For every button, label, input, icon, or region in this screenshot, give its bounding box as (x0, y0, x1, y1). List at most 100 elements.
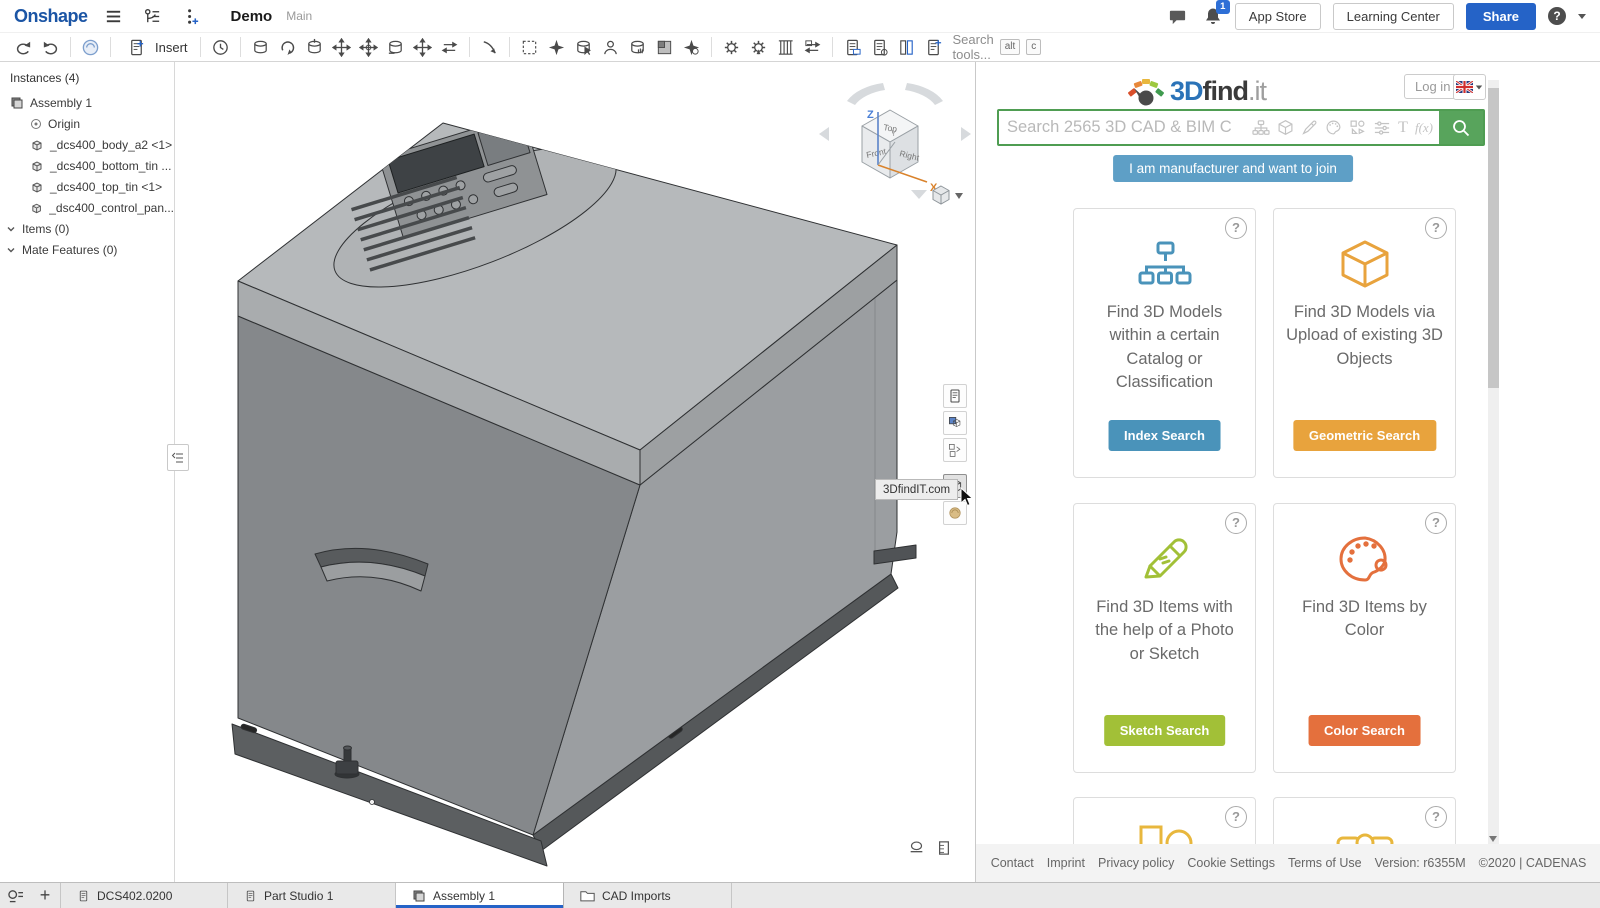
help-icon[interactable]: ? (1225, 806, 1247, 828)
spring-icon[interactable] (776, 38, 795, 57)
follow-mode-icon[interactable] (182, 7, 201, 26)
footer-link-contact[interactable]: Contact (991, 856, 1034, 870)
tab-cad-imports[interactable]: CAD Imports (564, 883, 732, 908)
comments-icon[interactable] (1168, 7, 1187, 26)
share-button[interactable]: Share (1466, 3, 1536, 30)
bom-table-button[interactable] (943, 384, 967, 408)
tree-item-origin[interactable]: Origin (0, 113, 174, 134)
tree-section-items[interactable]: Items (0) (0, 218, 174, 239)
mate-connector-icon[interactable] (722, 38, 741, 57)
help-icon[interactable]: ? (1425, 512, 1447, 534)
snap-mode-icon[interactable] (480, 38, 499, 57)
2d-shapes-icon[interactable] (1349, 119, 1366, 136)
tree-item-part[interactable]: _dcs400_bottom_tin ... (0, 155, 174, 176)
footer-link-terms[interactable]: Terms of Use (1288, 856, 1362, 870)
view-cube[interactable]: Top Front Right Z X Y (815, 70, 975, 210)
search-input[interactable] (999, 118, 1252, 137)
tree-item-part[interactable]: _dcs400_top_tin <1> (0, 176, 174, 197)
display-states-icon[interactable] (655, 38, 674, 57)
configurations-button[interactable] (943, 438, 967, 462)
tree-collapse-toggle[interactable] (167, 444, 189, 471)
drawing-icon[interactable] (843, 38, 862, 57)
perspective-toggle[interactable] (933, 186, 963, 204)
help-icon[interactable]: ? (1225, 217, 1247, 239)
tree-item-part[interactable]: _dsc400_control_pan... (0, 197, 174, 218)
help-caret-icon[interactable] (1578, 14, 1586, 19)
revolute-mate-icon[interactable] (278, 38, 297, 57)
3d-viewport[interactable]: Top Front Right Z X Y 3DfindIT.com (175, 62, 975, 882)
color-search-button[interactable]: Color Search (1308, 715, 1421, 746)
help-icon[interactable]: ? (1225, 512, 1247, 534)
filters-icon[interactable] (1373, 120, 1391, 136)
tree-item-assembly[interactable]: Assembly 1 (0, 92, 174, 113)
measure-icon[interactable] (897, 38, 916, 57)
fastened-mate-icon[interactable] (251, 38, 270, 57)
learning-center-button[interactable]: Learning Center (1333, 3, 1454, 30)
pin-slot-mate-icon[interactable] (386, 38, 405, 57)
scrollbar-thumb[interactable] (1488, 88, 1499, 388)
manufacturer-join-button[interactable]: I am manufacturer and want to join (1113, 155, 1353, 182)
index-search-button[interactable]: Index Search (1108, 420, 1221, 451)
tree-section-mate-features[interactable]: Mate Features (0) (0, 239, 174, 260)
classification-icon[interactable] (1252, 120, 1270, 136)
tab-assembly[interactable]: Assembly 1 (396, 883, 564, 908)
feature-pattern-icon[interactable] (547, 38, 566, 57)
explode-view-icon[interactable] (682, 38, 701, 57)
color-search-icon[interactable] (1325, 119, 1342, 136)
scroll-down-icon[interactable] (1489, 836, 1497, 842)
help-button[interactable]: ? (1548, 7, 1566, 25)
sketch-search-button[interactable]: Sketch Search (1104, 715, 1226, 746)
assembly-icon (412, 889, 426, 903)
undo-icon[interactable] (14, 38, 33, 57)
onshape-logo[interactable]: Onshape (14, 6, 88, 27)
help-icon[interactable]: ? (1425, 217, 1447, 239)
app-store-button[interactable]: App Store (1235, 3, 1321, 30)
search-tools-field[interactable]: Search tools... (953, 32, 994, 62)
search-submit-button[interactable] (1439, 111, 1483, 144)
select-part-icon[interactable] (574, 38, 593, 57)
parallel-mate-icon[interactable] (440, 38, 459, 57)
function-search-icon[interactable]: f(x) (1415, 120, 1433, 136)
appearance-icon[interactable] (908, 840, 925, 855)
footer-link-imprint[interactable]: Imprint (1047, 856, 1085, 870)
3dfindit-panel: 3Dfind.it Log in T f(x) I am manufactu (975, 62, 1600, 882)
cylindrical-mate-icon[interactable] (359, 38, 378, 57)
panel-scrollbar[interactable] (1488, 80, 1499, 844)
insert-3dfindit-icon[interactable] (924, 38, 943, 57)
notifications-bell[interactable]: 1 (1203, 6, 1223, 26)
tab-dcs402[interactable]: DCS402.0200 (60, 883, 228, 908)
geometry-search-icon[interactable] (1277, 119, 1294, 136)
replicate-icon[interactable] (803, 38, 822, 57)
part-label: _dcs400_bottom_tin ... (50, 159, 171, 173)
spotlight-icon[interactable] (81, 38, 100, 57)
add-tab-button[interactable]: + (30, 883, 60, 908)
document-title[interactable]: Demo (231, 8, 273, 25)
workspace-name[interactable]: Main (286, 9, 312, 23)
history-icon[interactable] (211, 38, 230, 57)
planar-mate-icon[interactable] (332, 38, 351, 57)
geometric-search-button[interactable]: Geometric Search (1293, 420, 1436, 451)
standard-content-button[interactable] (943, 411, 967, 435)
slider-mate-icon[interactable] (305, 38, 324, 57)
version-tree-icon[interactable] (143, 7, 162, 26)
ball-mate-icon[interactable] (413, 38, 432, 57)
tab-part-studio[interactable]: Part Studio 1 (228, 883, 396, 908)
drag-part-icon[interactable] (628, 38, 647, 57)
text-search-icon[interactable]: T (1398, 119, 1408, 137)
language-selector[interactable] (1453, 74, 1486, 100)
box-select-icon[interactable] (520, 38, 539, 57)
units-icon[interactable] (937, 840, 951, 856)
named-positions-icon[interactable] (601, 38, 620, 57)
sketch-search-icon[interactable] (1301, 119, 1318, 136)
insert-button[interactable]: Insert (117, 36, 194, 59)
footer-link-cookies[interactable]: Cookie Settings (1187, 856, 1275, 870)
tab-manager-button[interactable] (0, 883, 30, 908)
bom-icon[interactable] (870, 38, 889, 57)
redo-icon[interactable] (41, 38, 60, 57)
gear-relation-icon[interactable] (749, 38, 768, 57)
3dfindit-logo[interactable]: 3Dfind.it (1126, 74, 1266, 106)
help-icon[interactable]: ? (1425, 806, 1447, 828)
tree-item-part[interactable]: _dcs400_body_a2 <1> (0, 134, 174, 155)
footer-link-privacy[interactable]: Privacy policy (1098, 856, 1174, 870)
main-menu-icon[interactable] (104, 7, 123, 26)
